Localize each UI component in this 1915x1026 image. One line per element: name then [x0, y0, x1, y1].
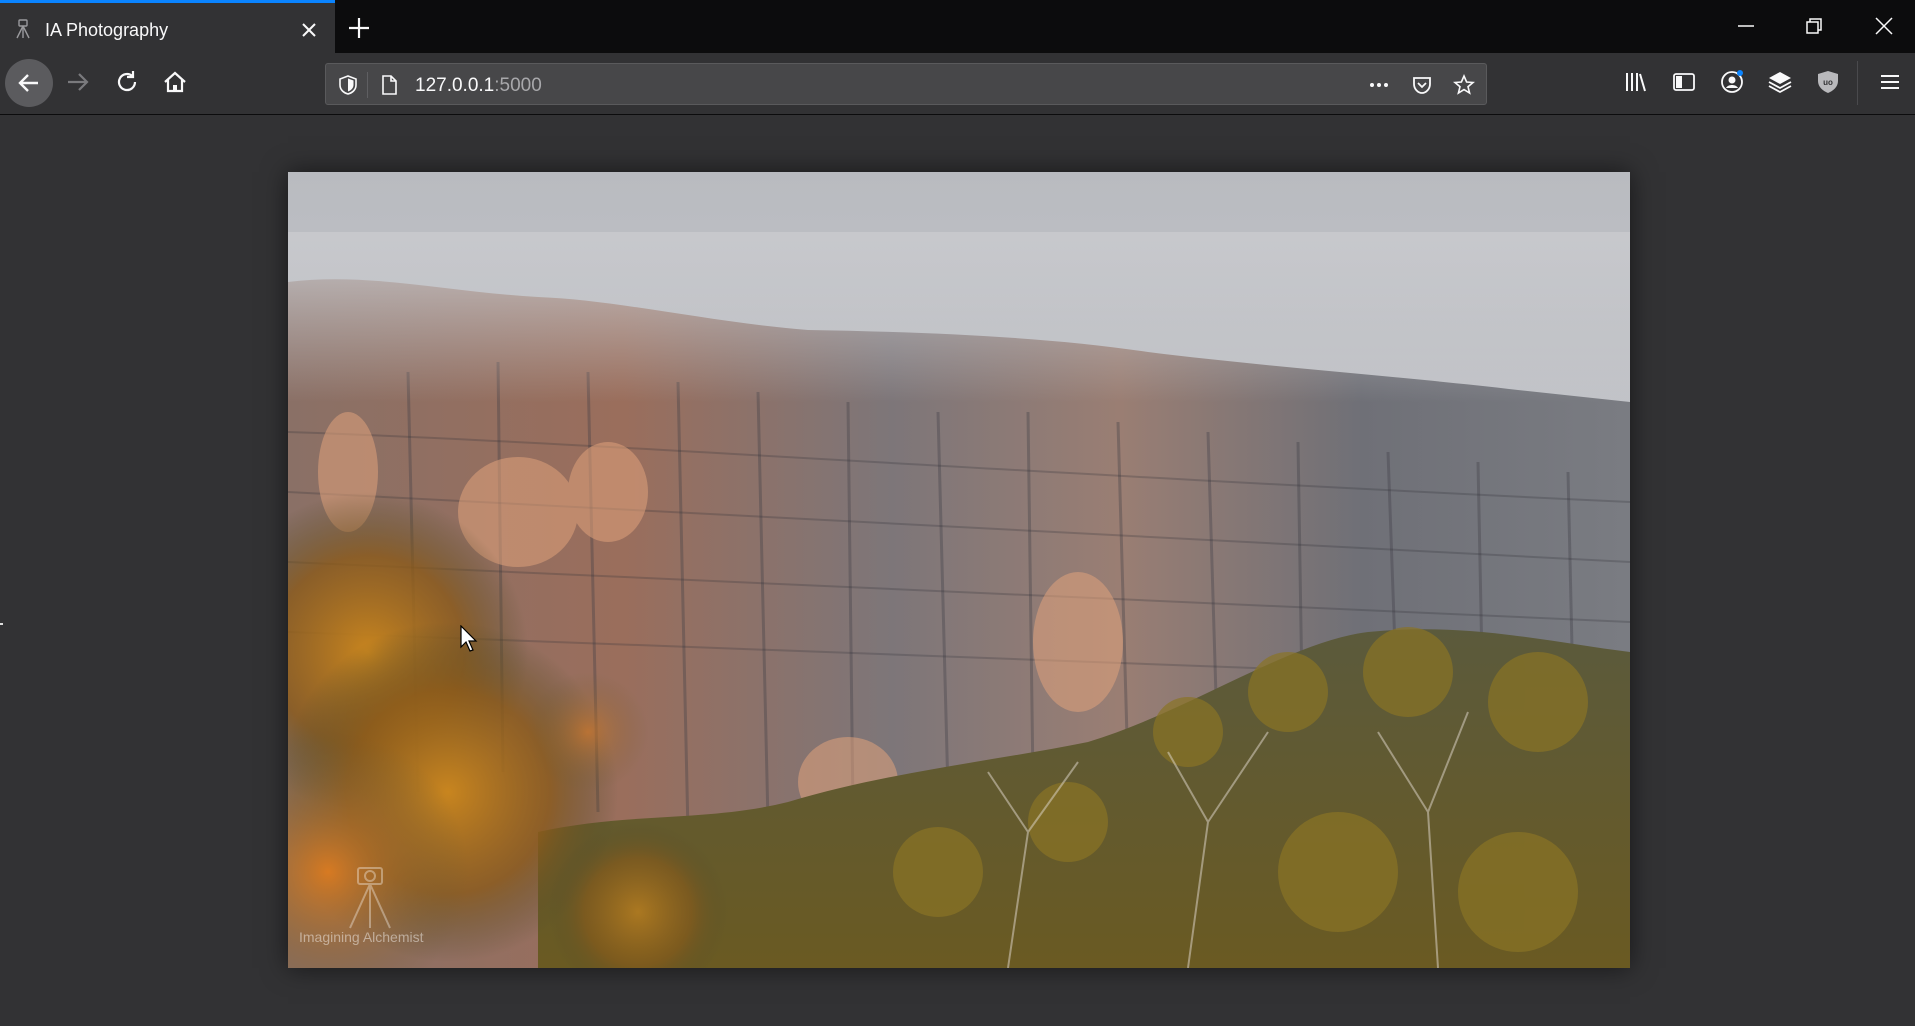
- layers-icon[interactable]: [1767, 69, 1793, 95]
- navigation-toolbar: 127.0.0.1:5000 uo: [0, 53, 1915, 115]
- tripod-camera-icon: [349, 867, 391, 929]
- library-icon[interactable]: [1623, 69, 1649, 95]
- back-icon: [18, 74, 38, 92]
- tab-title: IA Photography: [45, 20, 169, 40]
- toolbar-separator: [1857, 61, 1858, 105]
- url-host: 127.0.0.1: [415, 75, 495, 96]
- ublock-icon[interactable]: uo: [1815, 69, 1841, 95]
- reload-icon[interactable]: [112, 67, 142, 97]
- minimize-icon[interactable]: [1734, 14, 1758, 38]
- tracking-shield-icon[interactable]: [337, 74, 359, 96]
- sidebar-icon[interactable]: [1671, 69, 1697, 95]
- tripod-camera-icon: [16, 19, 30, 39]
- new-tab-icon[interactable]: [346, 15, 372, 41]
- url-text[interactable]: 127.0.0.1:5000: [415, 75, 542, 97]
- close-tab-icon[interactable]: [298, 19, 320, 41]
- url-port: :5000: [494, 75, 542, 96]
- more-actions-icon[interactable]: [1368, 74, 1390, 96]
- mouse-cursor-icon: [460, 625, 478, 652]
- restore-icon[interactable]: [1802, 14, 1826, 38]
- tab-bar: IA Photography: [0, 0, 1915, 53]
- page-content: Imagining Alchemist: [0, 115, 1915, 1026]
- account-icon[interactable]: [1719, 69, 1745, 95]
- svg-text:uo: uo: [1823, 78, 1833, 87]
- url-divider: [367, 72, 368, 98]
- back-button[interactable]: [5, 59, 53, 107]
- close-window-icon[interactable]: [1872, 14, 1896, 38]
- url-bar[interactable]: 127.0.0.1:5000: [325, 63, 1487, 105]
- photo-canvas: [288, 172, 1630, 968]
- tab-active[interactable]: IA Photography: [0, 0, 335, 53]
- forward-icon[interactable]: [63, 67, 93, 97]
- pocket-icon[interactable]: [1411, 74, 1433, 96]
- hamburger-menu-icon[interactable]: [1877, 69, 1903, 95]
- edge-marker: [0, 623, 3, 625]
- bookmark-star-icon[interactable]: [1453, 74, 1475, 96]
- page-icon[interactable]: [378, 74, 400, 96]
- landscape-photo[interactable]: Imagining Alchemist: [288, 172, 1630, 968]
- watermark-text: Imagining Alchemist: [299, 929, 424, 945]
- home-icon[interactable]: [160, 67, 190, 97]
